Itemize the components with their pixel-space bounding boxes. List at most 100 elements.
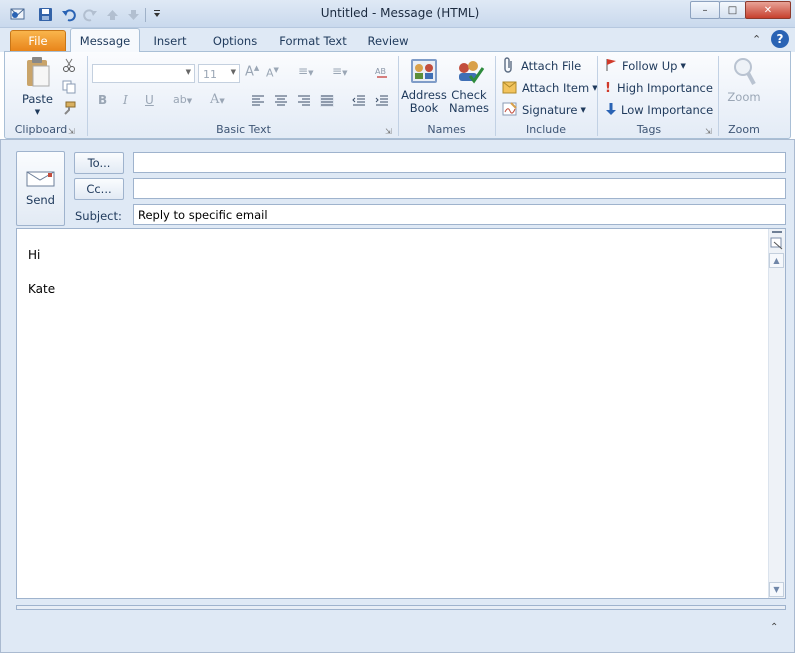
chevron-down-icon: ▼ <box>230 68 236 76</box>
horizontal-divider <box>16 605 786 610</box>
subject-field[interactable]: Reply to specific email <box>133 204 786 225</box>
font-size-combo[interactable]: 11 ▼ <box>198 64 240 83</box>
save-icon[interactable] <box>37 6 53 22</box>
align-left-icon[interactable] <box>251 95 265 107</box>
grow-font-icon[interactable]: A▲ <box>245 64 259 79</box>
decrease-indent-icon[interactable] <box>352 95 366 107</box>
to-field[interactable] <box>133 152 786 173</box>
increase-indent-icon[interactable] <box>375 95 389 107</box>
expand-people-pane-icon[interactable]: ⌃ <box>770 622 778 633</box>
chevron-down-icon: ▼ <box>680 62 686 70</box>
ribbon: Paste ▼ Clipboard ⇲ ▼ 11 ▼ A▲ A▼ ≡▼ ≡▼ A… <box>4 51 791 139</box>
format-painter-icon[interactable] <box>61 100 77 116</box>
underline-button[interactable]: U <box>145 93 154 107</box>
group-separator <box>87 56 88 136</box>
undo-icon[interactable] <box>60 6 76 22</box>
send-icon <box>26 170 56 191</box>
justify-icon[interactable] <box>320 95 334 107</box>
minimize-icon: – <box>702 4 708 16</box>
tab-review[interactable]: Review <box>362 30 414 51</box>
tab-options[interactable]: Options <box>205 30 265 51</box>
to-button[interactable]: To... <box>74 152 124 174</box>
message-body[interactable]: Hi Kate <box>16 228 786 599</box>
names-group-label: Names <box>427 123 466 136</box>
svg-text:AB: AB <box>375 67 386 76</box>
zoom-group-label: Zoom <box>728 123 760 136</box>
cut-icon[interactable] <box>61 57 77 73</box>
highlight-icon[interactable]: ab▼ <box>173 93 192 106</box>
attach-item-button[interactable]: Attach Item ▼ <box>502 78 598 98</box>
down-icon[interactable] <box>125 6 141 22</box>
clear-formatting-icon[interactable]: AB <box>374 64 390 80</box>
cc-field[interactable] <box>133 178 786 199</box>
qat-separator <box>145 8 146 22</box>
view-ruler-icon[interactable] <box>770 236 784 250</box>
scroll-up-button[interactable]: ▲ <box>769 253 784 268</box>
clipboard-launcher-icon[interactable]: ⇲ <box>68 127 75 136</box>
shrink-font-icon[interactable]: A▼ <box>266 66 279 80</box>
collapse-ribbon-icon[interactable]: ⌃ <box>752 33 766 47</box>
ruler-toggle-icon[interactable] <box>772 231 782 233</box>
address-book-icon <box>408 56 440 89</box>
up-icon[interactable] <box>104 6 120 22</box>
outlook-icon[interactable] <box>10 6 26 22</box>
tags-group-label: Tags <box>636 123 662 136</box>
follow-up-button[interactable]: Follow Up ▼ <box>605 56 686 76</box>
numbering-icon[interactable]: ≡▼ <box>332 64 347 78</box>
attach-item-icon <box>502 79 518 98</box>
align-center-icon[interactable] <box>274 95 288 107</box>
tags-launcher-icon[interactable]: ⇲ <box>705 127 712 136</box>
font-name-combo[interactable]: ▼ <box>92 64 195 83</box>
high-importance-icon: ! <box>605 80 611 96</box>
bullets-icon[interactable]: ≡▼ <box>298 64 313 78</box>
low-importance-icon <box>605 102 617 119</box>
maximize-icon: □ <box>727 4 738 16</box>
signature-button[interactable]: Signature ▼ <box>502 100 586 120</box>
paperclip-icon <box>502 56 516 76</box>
attach-file-button[interactable]: Attach File <box>502 56 581 76</box>
italic-button[interactable]: I <box>123 93 128 107</box>
clipboard-group-label: Clipboard <box>14 123 68 136</box>
redo-icon[interactable] <box>82 6 98 22</box>
copy-icon[interactable] <box>61 79 77 95</box>
customize-qat-icon[interactable] <box>149 6 165 22</box>
vertical-scrollbar[interactable]: ▲ ▼ <box>768 229 785 598</box>
window-title: Untitled - Message (HTML) <box>320 6 480 20</box>
zoom-button[interactable]: Zoom <box>723 56 765 112</box>
align-right-icon[interactable] <box>297 95 311 107</box>
cc-button[interactable]: Cc... <box>74 178 124 200</box>
body-line: Hi <box>28 248 41 262</box>
include-group-label: Include <box>525 123 567 136</box>
tab-insert[interactable]: Insert <box>145 30 195 51</box>
check-names-icon <box>453 56 485 89</box>
scroll-down-button[interactable]: ▼ <box>769 582 784 597</box>
basic-text-launcher-icon[interactable]: ⇲ <box>385 127 392 136</box>
body-line: Kate <box>28 282 56 296</box>
tab-message[interactable]: Message <box>70 28 140 52</box>
paste-button[interactable]: Paste ▼ <box>15 56 60 118</box>
minimize-button[interactable]: – <box>690 1 720 19</box>
high-importance-button[interactable]: ! High Importance <box>605 78 713 98</box>
maximize-button[interactable]: □ <box>719 1 746 19</box>
subject-label: Subject: <box>75 209 122 223</box>
address-book-button[interactable]: Address Book <box>401 56 447 120</box>
basic-text-group-label: Basic Text <box>216 123 271 136</box>
close-button[interactable]: ✕ <box>745 1 791 19</box>
check-names-button[interactable]: Check Names <box>447 56 491 120</box>
font-color-icon[interactable]: A▼ <box>210 92 225 107</box>
tab-format-text[interactable]: Format Text <box>275 30 351 51</box>
send-button[interactable]: Send <box>16 151 65 226</box>
flag-icon <box>605 58 617 75</box>
group-separator <box>597 56 598 136</box>
low-importance-button[interactable]: Low Importance <box>605 100 713 120</box>
close-icon: ✕ <box>763 4 773 16</box>
chevron-down-icon: ▼ <box>580 106 586 114</box>
tab-file[interactable]: File <box>10 30 66 51</box>
help-icon[interactable]: ? <box>771 30 789 48</box>
bold-button[interactable]: B <box>98 93 107 107</box>
zoom-icon <box>731 56 757 91</box>
chevron-down-icon: ▼ <box>185 68 191 76</box>
signature-icon <box>502 101 518 120</box>
subject-value: Reply to specific email <box>138 208 268 222</box>
paste-icon <box>23 56 53 93</box>
